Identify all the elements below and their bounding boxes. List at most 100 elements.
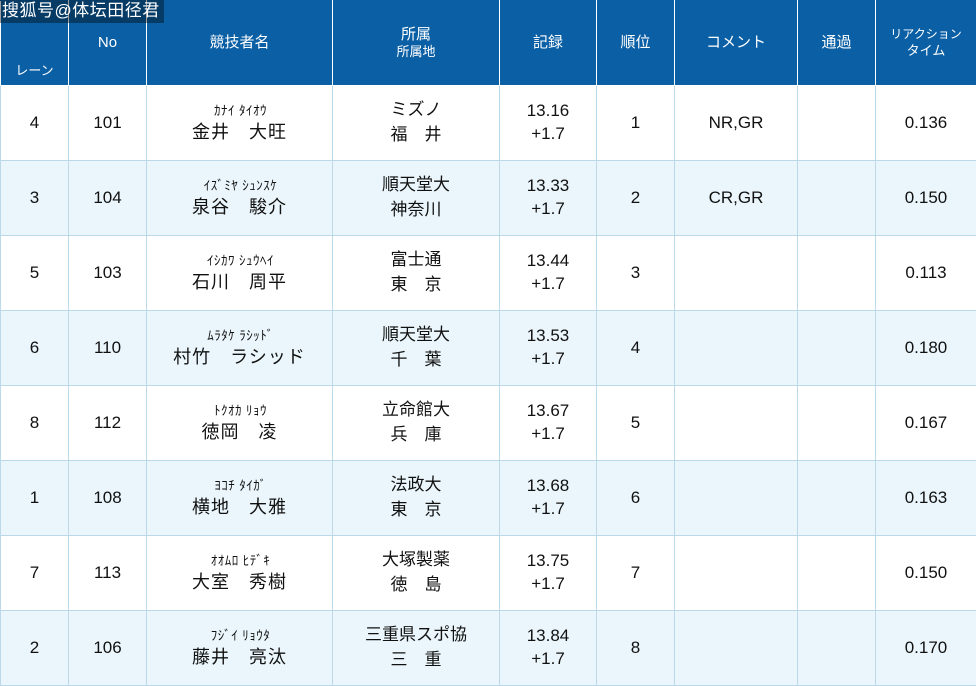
cell-reaction-time: 0.180 <box>876 311 976 386</box>
cell-reaction-time: 0.167 <box>876 386 976 461</box>
rank-value: 7 <box>631 563 640 582</box>
column-header-affiliation: 所属 所属地 <box>333 1 500 86</box>
cell-pass <box>798 86 876 161</box>
column-header-name: 競技者名 <box>147 1 333 86</box>
athlete-name-kanji: 徳岡 凌 <box>151 420 328 444</box>
athlete-name: ﾌｼﾞｲ ﾘｮｳﾀ藤井 亮汰 <box>151 627 328 669</box>
athlete-name-kanji: 石川 周平 <box>151 270 328 294</box>
cell-athlete-name: ｲｽﾞﾐﾔ ｼｭﾝｽｹ泉谷 駿介 <box>147 161 333 236</box>
record-time: 13.68 <box>504 475 592 498</box>
affiliation-org: 立命館大 <box>337 399 495 424</box>
record: 13.16+1.7 <box>504 100 592 146</box>
affiliation: 順天堂大千 葉 <box>337 324 495 372</box>
table-row: 4101ｶﾅｲ ﾀｲｵｳ金井 大旺ミズノ福 井13.16+1.71NR,GR0.… <box>1 86 976 161</box>
cell-affiliation: ミズノ福 井 <box>333 86 500 161</box>
affiliation: 立命館大兵 庫 <box>337 399 495 447</box>
reaction-time-value: 0.150 <box>905 188 948 207</box>
cell-lane: 6 <box>1 311 69 386</box>
reaction-time-value: 0.167 <box>905 413 948 432</box>
wind-speed: +1.7 <box>504 273 592 296</box>
athlete-name: ﾑﾗﾀｹ ﾗｼｯﾄﾞ村竹 ラシッド <box>151 327 328 369</box>
cell-affiliation: 順天堂大千 葉 <box>333 311 500 386</box>
affiliation: 富士通東 京 <box>337 249 495 297</box>
lane-value: 3 <box>30 188 39 207</box>
lane-value: 7 <box>30 563 39 582</box>
cell-lane: 8 <box>1 386 69 461</box>
record: 13.75+1.7 <box>504 550 592 596</box>
wind-speed: +1.7 <box>504 648 592 671</box>
record: 13.33+1.7 <box>504 175 592 221</box>
bib-number-value: 101 <box>93 113 121 132</box>
affiliation-area: 東 京 <box>337 274 495 297</box>
table-row: 8112ﾄｸｵｶ ﾘｮｳ徳岡 凌立命館大兵 庫13.67+1.750.167 <box>1 386 976 461</box>
column-header-reaction-line1: リアクション <box>890 27 961 41</box>
bib-number-value: 110 <box>94 338 121 357</box>
lane-value: 8 <box>30 413 39 432</box>
reaction-time-value: 0.136 <box>905 113 948 132</box>
column-header-pass: 通過 <box>798 1 876 86</box>
rank-value: 5 <box>631 413 640 432</box>
cell-comment <box>675 611 798 686</box>
table-row: 7113ｵｵﾑﾛ ﾋﾃﾞｷ大室 秀樹大塚製薬徳 島13.75+1.770.150 <box>1 536 976 611</box>
record: 13.53+1.7 <box>504 325 592 371</box>
cell-lane: 1 <box>1 461 69 536</box>
cell-comment: NR,GR <box>675 86 798 161</box>
cell-lane: 2 <box>1 611 69 686</box>
cell-record: 13.33+1.7 <box>500 161 597 236</box>
bib-number-value: 106 <box>93 638 121 657</box>
affiliation: ミズノ福 井 <box>337 99 495 147</box>
cell-athlete-name: ﾌｼﾞｲ ﾘｮｳﾀ藤井 亮汰 <box>147 611 333 686</box>
cell-athlete-name: ﾄｸｵｶ ﾘｮｳ徳岡 凌 <box>147 386 333 461</box>
rank-value: 6 <box>631 488 640 507</box>
affiliation-org: 法政大 <box>337 474 495 499</box>
cell-comment <box>675 236 798 311</box>
cell-record: 13.16+1.7 <box>500 86 597 161</box>
athlete-name-kana: ｲｼｶﾜ ｼｭｳﾍｲ <box>151 252 328 270</box>
cell-comment <box>675 386 798 461</box>
cell-pass <box>798 461 876 536</box>
athlete-name-kanji: 大室 秀樹 <box>151 570 328 594</box>
table-row: 5103ｲｼｶﾜ ｼｭｳﾍｲ石川 周平富士通東 京13.44+1.730.113 <box>1 236 976 311</box>
table-row: 6110ﾑﾗﾀｹ ﾗｼｯﾄﾞ村竹 ラシッド順天堂大千 葉13.53+1.740.… <box>1 311 976 386</box>
record: 13.44+1.7 <box>504 250 592 296</box>
cell-record: 13.53+1.7 <box>500 311 597 386</box>
cell-rank: 8 <box>597 611 675 686</box>
cell-record: 13.68+1.7 <box>500 461 597 536</box>
record-time: 13.44 <box>504 250 592 273</box>
column-header-record: 記録 <box>500 1 597 86</box>
record-time: 13.75 <box>504 550 592 573</box>
cell-rank: 3 <box>597 236 675 311</box>
cell-reaction-time: 0.150 <box>876 161 976 236</box>
table-body: 4101ｶﾅｲ ﾀｲｵｳ金井 大旺ミズノ福 井13.16+1.71NR,GR0.… <box>1 86 976 686</box>
cell-record: 13.67+1.7 <box>500 386 597 461</box>
cell-athlete-name: ﾖｺﾁ ﾀｲｶﾞ横地 大雅 <box>147 461 333 536</box>
results-table: レーン No 競技者名 所属 所属地 記録 順位 コメント 通過 リアクション … <box>0 0 976 686</box>
rank-value: 2 <box>631 188 640 207</box>
cell-comment <box>675 311 798 386</box>
cell-record: 13.75+1.7 <box>500 536 597 611</box>
bib-number-value: 103 <box>93 263 121 282</box>
cell-bib-number: 106 <box>69 611 147 686</box>
cell-bib-number: 101 <box>69 86 147 161</box>
cell-bib-number: 103 <box>69 236 147 311</box>
athlete-name-kana: ｵｵﾑﾛ ﾋﾃﾞｷ <box>151 552 328 570</box>
cell-athlete-name: ｵｵﾑﾛ ﾋﾃﾞｷ大室 秀樹 <box>147 536 333 611</box>
column-header-no: No <box>69 1 147 86</box>
affiliation-org: 富士通 <box>337 249 495 274</box>
affiliation-area: 福 井 <box>337 124 495 147</box>
cell-pass <box>798 386 876 461</box>
affiliation-org: 順天堂大 <box>337 324 495 349</box>
affiliation: 三重県スポ協三 重 <box>337 624 495 672</box>
lane-value: 4 <box>30 113 39 132</box>
record: 13.68+1.7 <box>504 475 592 521</box>
results-panel: レーン No 競技者名 所属 所属地 記録 順位 コメント 通過 リアクション … <box>0 0 976 680</box>
cell-affiliation: 立命館大兵 庫 <box>333 386 500 461</box>
athlete-name-kanji: 藤井 亮汰 <box>151 645 328 669</box>
athlete-name-kanji: 村竹 ラシッド <box>151 345 328 369</box>
cell-rank: 6 <box>597 461 675 536</box>
cell-comment <box>675 536 798 611</box>
athlete-name-kana: ﾑﾗﾀｹ ﾗｼｯﾄﾞ <box>151 327 328 345</box>
athlete-name-kanji: 金井 大旺 <box>151 120 328 144</box>
affiliation-area: 徳 島 <box>337 574 495 597</box>
rank-value: 3 <box>631 263 640 282</box>
